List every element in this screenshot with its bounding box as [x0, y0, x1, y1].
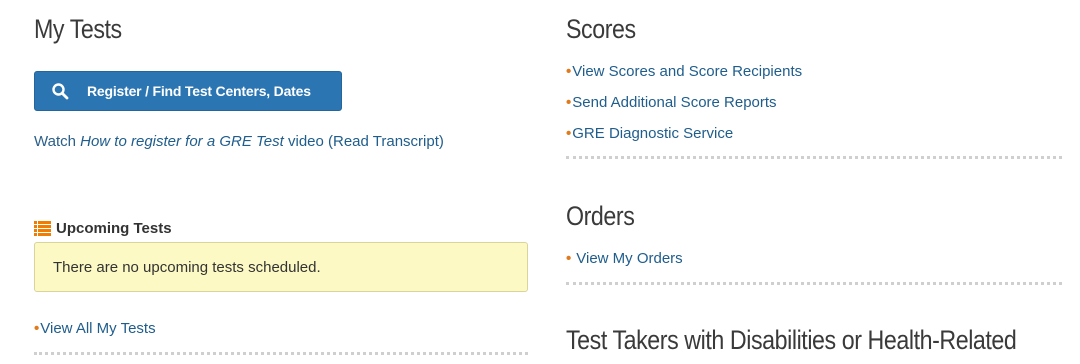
divider — [566, 282, 1062, 285]
list-icon — [34, 221, 51, 236]
bullet: • — [566, 94, 572, 111]
watch-video-line: Watch How to register for a GRE Test vid… — [34, 133, 444, 150]
my-tests-section: My Tests Register / Find Test Centers, D… — [34, 0, 530, 364]
orders-link-item: • View My Orders — [566, 250, 683, 267]
gre-diagnostic-service-link[interactable]: GRE Diagnostic Service — [572, 125, 733, 142]
bullet: • — [566, 250, 572, 267]
scores-link-item: • GRE Diagnostic Service — [566, 125, 733, 142]
right-column: Scores • View Scores and Score Recipients… — [566, 0, 1066, 364]
upcoming-tests-header: Upcoming Tests — [34, 220, 172, 237]
bullet: • — [34, 320, 40, 337]
register-find-test-centers-button[interactable]: Register / Find Test Centers, Dates — [34, 71, 342, 111]
orders-title: Orders — [566, 201, 635, 231]
scores-link-item: • Send Additional Score Reports — [566, 94, 777, 111]
upcoming-tests-title: Upcoming Tests — [56, 220, 172, 237]
register-button-label: Register / Find Test Centers, Dates — [87, 83, 311, 99]
view-all-my-tests-link[interactable]: View All My Tests — [40, 320, 155, 337]
search-icon — [51, 82, 69, 100]
send-additional-score-reports-link[interactable]: Send Additional Score Reports — [572, 94, 776, 111]
view-my-orders-link[interactable]: View My Orders — [576, 250, 682, 267]
no-upcoming-tests-notice: There are no upcoming tests scheduled. — [34, 242, 528, 292]
disabilities-title: Test Takers with Disabilities or Health-… — [566, 325, 1017, 355]
view-all-my-tests-item: • View All My Tests — [34, 320, 156, 337]
bullet: • — [566, 125, 572, 142]
watch-video-link[interactable]: How to register for a GRE Test video — [80, 133, 328, 150]
view-scores-link[interactable]: View Scores and Score Recipients — [572, 63, 802, 80]
scores-link-item: • View Scores and Score Recipients — [566, 63, 802, 80]
watch-video-title: How to register for a GRE Test — [80, 133, 284, 150]
divider — [566, 156, 1062, 159]
read-transcript-link[interactable]: (Read Transcript) — [328, 133, 444, 150]
no-upcoming-tests-text: There are no upcoming tests scheduled. — [53, 258, 321, 276]
watch-prefix: Watch — [34, 133, 81, 150]
watch-suffix: video — [283, 133, 329, 150]
divider — [34, 352, 528, 355]
scores-title: Scores — [566, 14, 636, 44]
bullet: • — [566, 63, 572, 80]
my-tests-title: My Tests — [34, 14, 122, 44]
